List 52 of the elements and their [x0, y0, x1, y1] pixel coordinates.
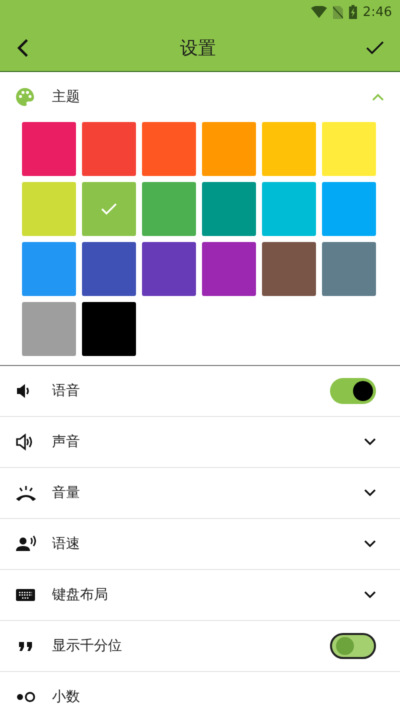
- check-icon: [101, 203, 117, 215]
- color-swatch[interactable]: [322, 182, 376, 236]
- color-swatch[interactable]: [142, 242, 196, 296]
- color-swatch[interactable]: [262, 242, 316, 296]
- check-icon: [366, 40, 384, 54]
- color-swatch[interactable]: [22, 242, 76, 296]
- section-title: 主题: [52, 88, 81, 106]
- chevron-icon: [364, 438, 376, 446]
- back-icon: [16, 38, 30, 58]
- expand-button[interactable]: [364, 438, 376, 446]
- toggle-switch[interactable]: [330, 378, 376, 404]
- chevron-icon: [364, 540, 376, 548]
- color-swatch[interactable]: [262, 122, 316, 176]
- collapse-button[interactable]: [372, 93, 384, 101]
- color-swatch[interactable]: [82, 242, 136, 296]
- color-swatch[interactable]: [322, 242, 376, 296]
- palette-icon: [16, 88, 34, 106]
- expand-button[interactable]: [364, 489, 376, 497]
- color-swatch[interactable]: [82, 122, 136, 176]
- setting-label: 语音: [52, 382, 81, 400]
- battery-icon: [348, 5, 357, 19]
- color-swatch[interactable]: [22, 122, 76, 176]
- setting-label: 音量: [52, 484, 81, 502]
- setting-label: 语速: [52, 535, 81, 553]
- chevron-icon: [364, 489, 376, 497]
- keyboard-icon: [16, 586, 36, 604]
- color-swatch[interactable]: [202, 182, 256, 236]
- person-speaking-icon: [16, 535, 36, 553]
- color-swatch[interactable]: [82, 182, 136, 236]
- color-swatch[interactable]: [82, 302, 136, 356]
- color-swatch[interactable]: [322, 122, 376, 176]
- status-time: 2:46: [362, 4, 392, 20]
- color-swatch[interactable]: [202, 122, 256, 176]
- setting-label: 声音: [52, 433, 81, 451]
- chevron-icon: [372, 93, 384, 101]
- wifi-icon: [310, 6, 327, 18]
- toggle-switch[interactable]: [330, 633, 376, 659]
- color-swatch[interactable]: [22, 182, 76, 236]
- page-title: 设置: [180, 36, 216, 60]
- no-sim-icon: [332, 6, 343, 18]
- color-swatch[interactable]: [142, 182, 196, 236]
- color-swatch[interactable]: [202, 242, 256, 296]
- setting-label: 小数: [52, 688, 81, 706]
- expand-button[interactable]: [364, 540, 376, 548]
- color-swatch[interactable]: [262, 182, 316, 236]
- phone-ringing-icon: [16, 484, 36, 502]
- color-swatch[interactable]: [22, 302, 76, 356]
- chevron-icon: [364, 591, 376, 599]
- expand-button[interactable]: [364, 591, 376, 599]
- color-swatch[interactable]: [142, 122, 196, 176]
- setting-label: 键盘布局: [52, 586, 109, 604]
- setting-label: 显示千分位: [52, 637, 123, 655]
